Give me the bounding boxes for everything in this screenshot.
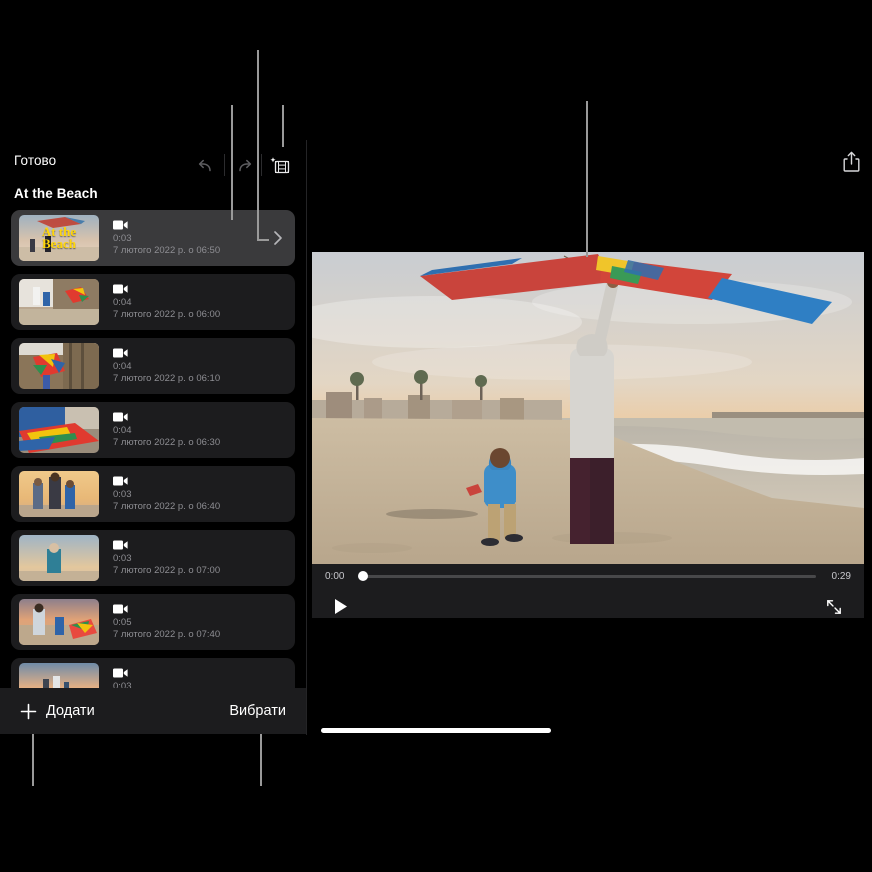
play-triangle-icon: [334, 598, 348, 615]
video-camera-icon: [113, 220, 128, 230]
video-preview[interactable]: [312, 252, 864, 564]
redo-arrow-icon: [234, 157, 253, 174]
callout-line-undo: [231, 105, 233, 220]
done-button[interactable]: Готово: [14, 153, 56, 168]
fullscreen-button[interactable]: [822, 595, 846, 624]
clip-row[interactable]: 0:03 7 лютого 2022 р. о 06:40: [11, 466, 295, 522]
clip-duration: 0:03: [113, 553, 220, 564]
select-button[interactable]: Вибрати: [229, 703, 286, 719]
clip-metadata: 0:05 7 лютого 2022 р. о 07:40: [113, 604, 220, 641]
thumbnail-image-kite-fence: [19, 343, 99, 389]
header-toolbar: [188, 150, 298, 180]
clip-row[interactable]: 0:04 7 лютого 2022 р. о 06:10: [11, 338, 295, 394]
clip-duration: 0:03: [113, 489, 220, 500]
clip-thumbnail: At the Beach: [19, 215, 99, 261]
callout-line-video-preview: [586, 101, 588, 257]
thumbnail-image-kite-closeup: [19, 407, 99, 453]
clip-duration: 0:04: [113, 361, 220, 372]
clip-metadata: 0:03 7 лютого 2022 р. о 06:40: [113, 476, 220, 513]
callout-line-row-chevron-horizontal: [257, 239, 269, 241]
scrubber-track[interactable]: [360, 575, 816, 578]
play-button[interactable]: [330, 594, 352, 624]
share-box-arrow-up-icon: [843, 151, 860, 172]
clip-metadata: 0:04 7 лютого 2022 р. о 06:30: [113, 412, 220, 449]
clip-thumbnail: [19, 471, 99, 517]
clip-thumbnail: [19, 279, 99, 325]
thumbnail-image-family-sunset: [19, 471, 99, 517]
sidebar-bottom-bar: Додати Вибрати: [0, 688, 306, 734]
clip-date: 7 лютого 2022 р. о 06:50: [113, 245, 220, 257]
undo-arrow-icon: [197, 157, 216, 174]
callout-line-select: [260, 734, 262, 786]
total-time-label: 0:29: [825, 571, 851, 582]
thumbnail-image-boy-beach: [19, 535, 99, 581]
thumbnail-title-overlay: At the Beach: [19, 215, 99, 261]
clip-list[interactable]: At the Beach 0:03 7 лютого 2022 р. о 06:…: [0, 210, 306, 735]
clip-row[interactable]: 0:04 7 лютого 2022 р. о 06:00: [11, 274, 295, 330]
clip-date: 7 лютого 2022 р. о 07:40: [113, 629, 220, 641]
video-camera-icon: [113, 412, 128, 422]
chevron-right-icon[interactable]: [273, 230, 283, 246]
video-camera-icon: [113, 476, 128, 486]
film-strip-sparkle-icon: [269, 155, 291, 175]
callout-line-add: [32, 734, 34, 786]
plus-icon: [20, 703, 37, 720]
screen-root: Готово At the Beach: [0, 0, 872, 872]
undo-button[interactable]: [188, 150, 224, 180]
clip-row[interactable]: At the Beach 0:03 7 лютого 2022 р. о 06:…: [11, 210, 295, 266]
expand-arrows-icon: [826, 599, 842, 615]
overlay-title-line2: Beach: [42, 238, 76, 250]
video-camera-icon: [113, 668, 128, 678]
clip-duration: 0:03: [113, 233, 220, 244]
clip-metadata: 0:04 7 лютого 2022 р. о 06:10: [113, 348, 220, 385]
clip-duration: 0:04: [113, 425, 220, 436]
magic-movie-button[interactable]: [262, 150, 298, 180]
video-camera-icon: [113, 604, 128, 614]
video-player-panel: 0:00 0:29: [312, 252, 864, 618]
clip-duration: 0:04: [113, 297, 220, 308]
current-time-label: 0:00: [325, 571, 351, 582]
playback-scrubber[interactable]: 0:00 0:29: [312, 564, 864, 588]
clip-metadata: 0:04 7 лютого 2022 р. о 06:00: [113, 284, 220, 321]
thumbnail-image-running-kite: [19, 599, 99, 645]
clip-thumbnail: [19, 599, 99, 645]
clip-date: 7 лютого 2022 р. о 06:40: [113, 501, 220, 513]
clip-date: 7 лютого 2022 р. о 07:00: [113, 565, 220, 577]
clip-date: 7 лютого 2022 р. о 06:00: [113, 309, 220, 321]
clip-date: 7 лютого 2022 р. о 06:10: [113, 373, 220, 385]
clip-metadata: 0:03 7 лютого 2022 р. о 06:50: [113, 220, 220, 257]
video-frame-image-beach-kite: [312, 252, 864, 564]
clip-date: 7 лютого 2022 р. о 06:30: [113, 437, 220, 449]
video-camera-icon: [113, 348, 128, 358]
project-title: At the Beach: [14, 186, 292, 201]
clip-duration: 0:05: [113, 617, 220, 628]
video-camera-icon: [113, 284, 128, 294]
home-indicator: [321, 728, 551, 733]
callout-line-row-chevron: [257, 50, 259, 240]
playback-controls: [312, 588, 864, 630]
clip-row[interactable]: 0:05 7 лютого 2022 р. о 07:40: [11, 594, 295, 650]
clip-row[interactable]: 0:04 7 лютого 2022 р. о 06:30: [11, 402, 295, 458]
video-camera-icon: [113, 540, 128, 550]
clip-row[interactable]: 0:03 7 лютого 2022 р. о 07:00: [11, 530, 295, 586]
sidebar-divider: [306, 140, 307, 735]
share-button[interactable]: [838, 148, 864, 174]
thumbnail-image-porch: [19, 279, 99, 325]
clip-thumbnail: [19, 535, 99, 581]
clip-thumbnail: [19, 407, 99, 453]
add-media-button[interactable]: Додати: [20, 703, 95, 720]
media-sidebar: Готово At the Beach: [0, 140, 306, 735]
callout-line-magic-movie: [282, 105, 284, 147]
scrubber-handle[interactable]: [358, 571, 368, 581]
clip-thumbnail: [19, 343, 99, 389]
add-media-label: Додати: [46, 703, 95, 719]
clip-metadata: 0:03 7 лютого 2022 р. о 07:00: [113, 540, 220, 577]
